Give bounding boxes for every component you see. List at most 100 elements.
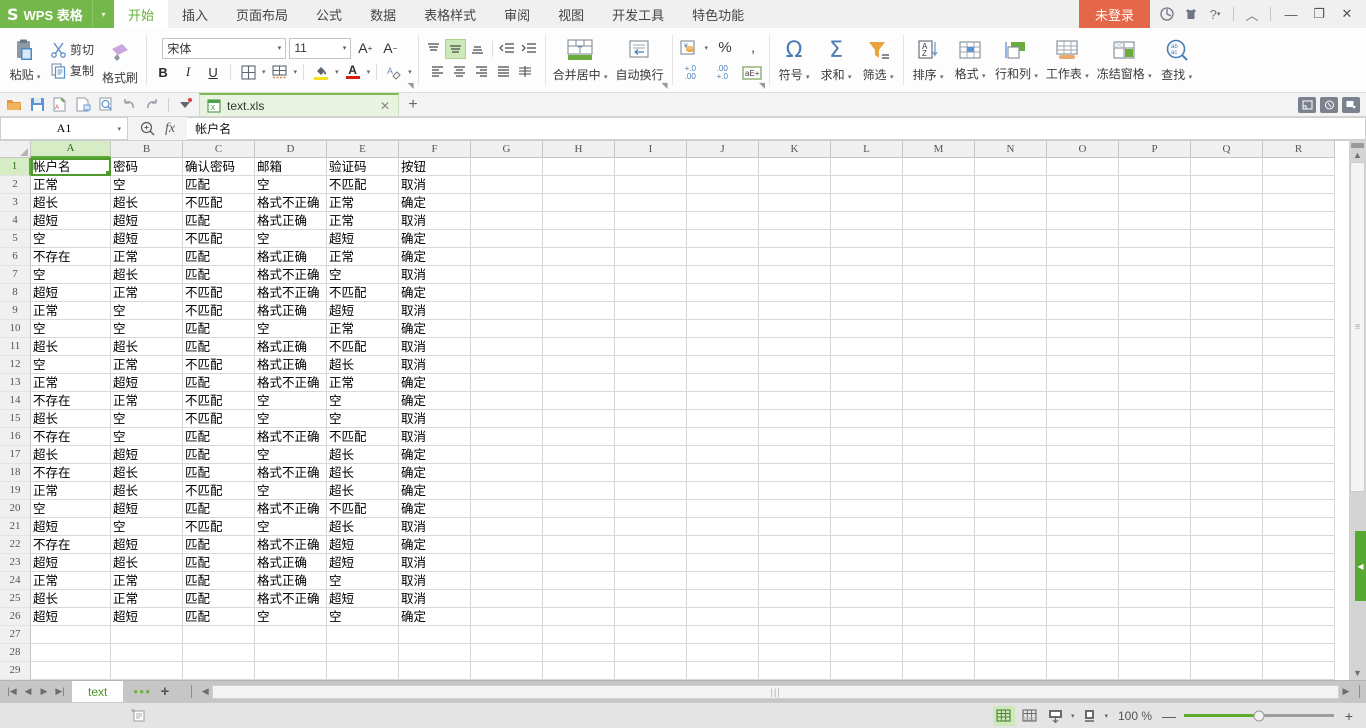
cell-Q2[interactable] (1191, 176, 1263, 194)
cell-O17[interactable] (1047, 446, 1119, 464)
cell-Q9[interactable] (1191, 302, 1263, 320)
cell-M18[interactable] (903, 464, 975, 482)
cell-A23[interactable]: 超短 (31, 554, 111, 572)
row-header-28[interactable]: 28 (0, 644, 31, 662)
cell-J2[interactable] (687, 176, 759, 194)
row-header-29[interactable]: 29 (0, 662, 31, 680)
row-header-18[interactable]: 18 (0, 464, 31, 482)
cell-L19[interactable] (831, 482, 903, 500)
cell-I14[interactable] (615, 392, 687, 410)
cell-I15[interactable] (615, 410, 687, 428)
cell-J6[interactable] (687, 248, 759, 266)
cell-D9[interactable]: 格式正确 (255, 302, 327, 320)
paste-button[interactable]: 粘贴 ▾ (4, 31, 46, 89)
cell-D4[interactable]: 格式正确 (255, 212, 327, 230)
column-header-i[interactable]: I (615, 141, 687, 158)
page-break-view-button[interactable] (1045, 706, 1067, 726)
ribbon-tab-data[interactable]: 数据 (356, 0, 410, 28)
cell-G25[interactable] (471, 590, 543, 608)
cell-R17[interactable] (1263, 446, 1335, 464)
cell-C10[interactable]: 匹配 (183, 320, 255, 338)
cell-I24[interactable] (615, 572, 687, 590)
cell-B13[interactable]: 超短 (111, 374, 183, 392)
cell-D5[interactable]: 空 (255, 230, 327, 248)
cell-G28[interactable] (471, 644, 543, 662)
cell-F6[interactable]: 确定 (399, 248, 471, 266)
cell-N25[interactable] (975, 590, 1047, 608)
cell-E21[interactable]: 超长 (327, 518, 399, 536)
cell-K6[interactable] (759, 248, 831, 266)
cell-C8[interactable]: 不匹配 (183, 284, 255, 302)
cell-R29[interactable] (1263, 662, 1335, 680)
cell-F18[interactable]: 确定 (399, 464, 471, 482)
cell-I18[interactable] (615, 464, 687, 482)
cell-Q17[interactable] (1191, 446, 1263, 464)
cell-F25[interactable]: 取消 (399, 590, 471, 608)
cell-E18[interactable]: 超长 (327, 464, 399, 482)
cell-B18[interactable]: 超长 (111, 464, 183, 482)
cell-G10[interactable] (471, 320, 543, 338)
cell-N8[interactable] (975, 284, 1047, 302)
cell-O27[interactable] (1047, 626, 1119, 644)
cell-H13[interactable] (543, 374, 615, 392)
cell-N24[interactable] (975, 572, 1047, 590)
cell-H14[interactable] (543, 392, 615, 410)
chevron-down-icon[interactable]: ▾ (117, 125, 121, 133)
freeze-panes-button[interactable]: 冻结窗格 ▾ (1093, 31, 1156, 89)
cell-G5[interactable] (471, 230, 543, 248)
cell-E23[interactable]: 超短 (327, 554, 399, 572)
cell-F10[interactable]: 确定 (399, 320, 471, 338)
underline-button[interactable]: U (202, 62, 224, 83)
cell-K3[interactable] (759, 194, 831, 212)
cell-H23[interactable] (543, 554, 615, 572)
row-header-14[interactable]: 14 (0, 392, 31, 410)
cell-R25[interactable] (1263, 590, 1335, 608)
cell-O3[interactable] (1047, 194, 1119, 212)
cell-O1[interactable] (1047, 158, 1119, 176)
cell-F15[interactable]: 取消 (399, 410, 471, 428)
cell-L8[interactable] (831, 284, 903, 302)
cell-D23[interactable]: 格式正确 (255, 554, 327, 572)
accounting-caret-icon[interactable]: ▾ (705, 44, 709, 52)
cell-J4[interactable] (687, 212, 759, 230)
cell-B16[interactable]: 空 (111, 428, 183, 446)
cell-R26[interactable] (1263, 608, 1335, 626)
cell-A24[interactable]: 正常 (31, 572, 111, 590)
row-header-15[interactable]: 15 (0, 410, 31, 428)
cell-R11[interactable] (1263, 338, 1335, 356)
cell-Q16[interactable] (1191, 428, 1263, 446)
row-header-10[interactable]: 10 (0, 320, 31, 338)
font-name-combobox[interactable]: 宋体 ▾ (162, 37, 287, 59)
cell-L16[interactable] (831, 428, 903, 446)
cell-I28[interactable] (615, 644, 687, 662)
cell-L26[interactable] (831, 608, 903, 626)
cell-N7[interactable] (975, 266, 1047, 284)
cell-P25[interactable] (1119, 590, 1191, 608)
cell-E4[interactable]: 正常 (327, 212, 399, 230)
cell-I22[interactable] (615, 536, 687, 554)
accounting-format-button[interactable]: ¥ (677, 37, 699, 58)
cell-A20[interactable]: 空 (31, 500, 111, 518)
cell-M19[interactable] (903, 482, 975, 500)
row-header-12[interactable]: 12 (0, 356, 31, 374)
cell-O12[interactable] (1047, 356, 1119, 374)
cell-P2[interactable] (1119, 176, 1191, 194)
column-header-p[interactable]: P (1119, 141, 1191, 158)
cell-I19[interactable] (615, 482, 687, 500)
cell-L13[interactable] (831, 374, 903, 392)
cell-G23[interactable] (471, 554, 543, 572)
cell-G15[interactable] (471, 410, 543, 428)
cell-D29[interactable] (255, 662, 327, 680)
cell-A13[interactable]: 正常 (31, 374, 111, 392)
number-dialog-launcher[interactable]: ◥ (759, 81, 765, 90)
cell-J27[interactable] (687, 626, 759, 644)
cell-B29[interactable] (111, 662, 183, 680)
scientific-format-button[interactable]: aE+ (741, 62, 763, 83)
cell-D12[interactable]: 格式正确 (255, 356, 327, 374)
cell-H5[interactable] (543, 230, 615, 248)
cell-B17[interactable]: 超短 (111, 446, 183, 464)
cell-F22[interactable]: 确定 (399, 536, 471, 554)
cell-D26[interactable]: 空 (255, 608, 327, 626)
cell-Q6[interactable] (1191, 248, 1263, 266)
cell-P20[interactable] (1119, 500, 1191, 518)
